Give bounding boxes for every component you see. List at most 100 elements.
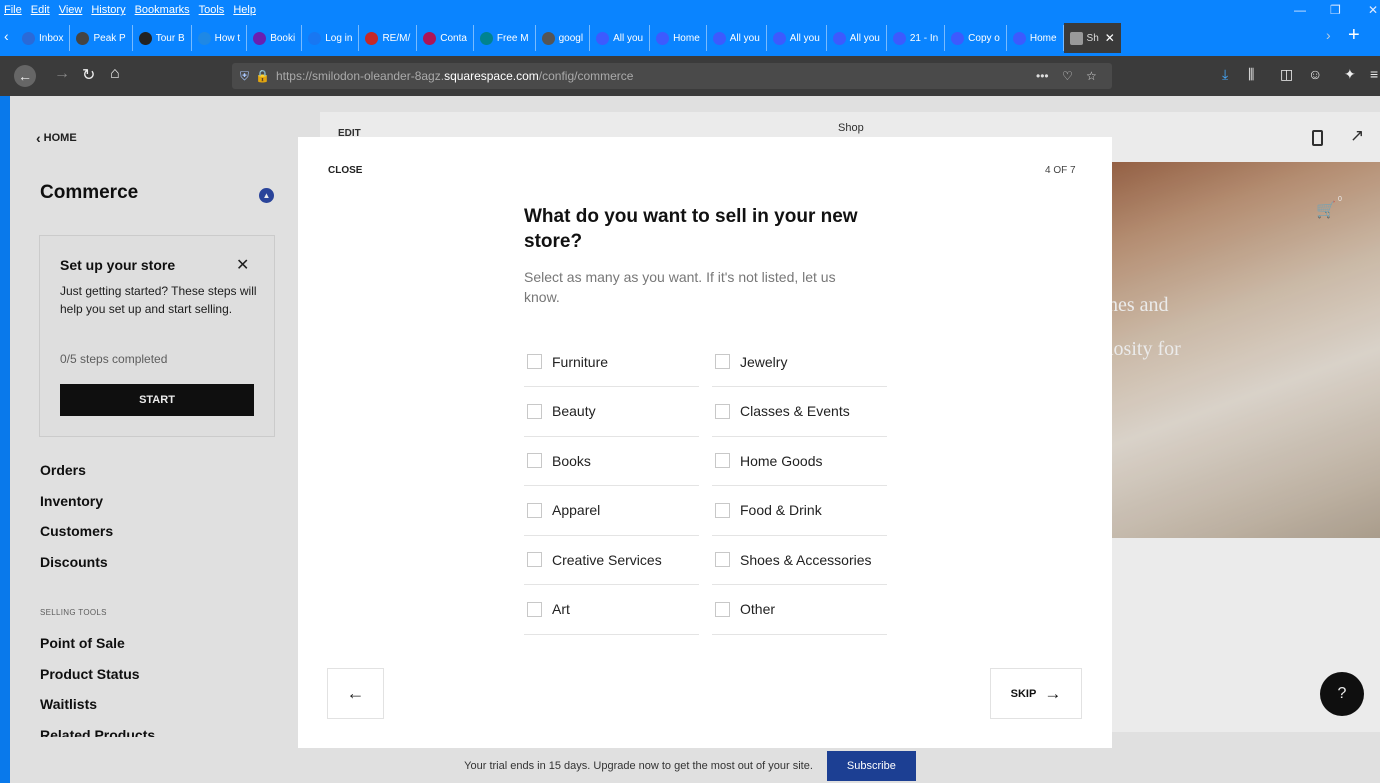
tab[interactable]: Home bbox=[1007, 25, 1064, 51]
tab-label: Peak P bbox=[93, 32, 126, 44]
option-label: Classes & Events bbox=[740, 403, 850, 419]
pocket-icon[interactable]: ♡ bbox=[1062, 69, 1073, 83]
menu-bookmarks[interactable]: Bookmarks bbox=[135, 4, 190, 16]
option-label: Art bbox=[552, 601, 570, 617]
option-label: Apparel bbox=[552, 502, 601, 518]
menu-icon[interactable]: ≡ bbox=[1370, 66, 1378, 82]
option-beauty[interactable]: Beauty bbox=[524, 387, 699, 437]
close-window-icon[interactable]: ✕ bbox=[1368, 3, 1378, 17]
menu-file[interactable]: File bbox=[4, 4, 22, 16]
tab[interactable]: 21 - In bbox=[887, 25, 946, 51]
tab-label: Copy o bbox=[968, 32, 1000, 44]
option-label: Furniture bbox=[552, 353, 609, 370]
new-tab-icon[interactable]: + bbox=[1348, 24, 1360, 47]
page-actions-icon[interactable]: ••• bbox=[1036, 69, 1049, 83]
home-icon[interactable]: ⌂ bbox=[110, 65, 120, 83]
checkbox[interactable] bbox=[715, 601, 730, 617]
option-classes-events[interactable]: Classes & Events bbox=[712, 387, 887, 437]
tab[interactable]: Log in bbox=[302, 25, 360, 51]
menu-edit[interactable]: Edit bbox=[31, 4, 50, 16]
tab-list: Inbox Peak P Tour B How t Booki Log in RE/M/Co… bbox=[16, 25, 1064, 51]
tab[interactable]: All you bbox=[767, 25, 827, 51]
tab-active[interactable]: Sh ✕ bbox=[1063, 23, 1121, 53]
tab[interactable]: Conta bbox=[417, 25, 474, 51]
option-label: Jewelry bbox=[740, 353, 788, 370]
tab-label: All you bbox=[849, 32, 880, 44]
url-bar[interactable]: ⛨ 🔒 https://smilodon-oleander-8agz. squa… bbox=[232, 63, 1112, 89]
tab[interactable]: Copy o bbox=[945, 25, 1007, 51]
option-art[interactable]: Art bbox=[524, 585, 699, 635]
tab-close-icon[interactable]: ✕ bbox=[1105, 31, 1115, 45]
lock-icon[interactable]: 🔒 bbox=[255, 69, 270, 83]
tab-favicon-icon bbox=[892, 31, 906, 45]
arrow-left-icon: ← bbox=[346, 683, 365, 703]
subscribe-button[interactable]: Subscribe bbox=[826, 751, 916, 781]
tab[interactable]: Peak P bbox=[70, 25, 133, 51]
checkbox[interactable] bbox=[715, 552, 730, 567]
restore-icon[interactable]: ❐ bbox=[1330, 3, 1341, 17]
forward-icon[interactable]: → bbox=[54, 65, 70, 83]
tab-scroll-left-icon[interactable]: ‹ bbox=[4, 28, 9, 44]
option-label: Home Goods bbox=[740, 452, 823, 469]
tab[interactable]: Tour B bbox=[133, 25, 192, 51]
tab-label: 21 - In bbox=[909, 32, 939, 44]
menu-bar: File Edit View History Bookmarks Tools Help — … bbox=[0, 0, 1380, 20]
menu-view[interactable]: View bbox=[59, 4, 83, 16]
tab[interactable]: All you bbox=[590, 25, 651, 51]
tab[interactable]: Booki bbox=[247, 25, 303, 51]
shield-icon[interactable]: ⛨ bbox=[240, 69, 249, 84]
tab[interactable]: How t bbox=[192, 25, 248, 51]
option-creative-services[interactable]: Creative Services bbox=[524, 535, 699, 585]
tab[interactable]: Home bbox=[650, 25, 707, 51]
tab-label: Inbox bbox=[39, 32, 64, 44]
option-apparel[interactable]: Apparel bbox=[524, 486, 699, 536]
back-button[interactable]: ← bbox=[327, 668, 384, 719]
skip-button[interactable]: SKIP → bbox=[990, 668, 1082, 719]
option-food-drink[interactable]: Food & Drink bbox=[712, 486, 887, 536]
option-other[interactable]: Other bbox=[712, 585, 887, 635]
account-icon[interactable]: ☺ bbox=[1308, 66, 1322, 82]
tab[interactable]: RE/M/ bbox=[359, 25, 418, 51]
option-home-goods[interactable]: Home Goods bbox=[712, 436, 887, 486]
sidebar-toggle-icon[interactable]: ◫ bbox=[1280, 66, 1293, 83]
tab[interactable]: Free M bbox=[474, 25, 536, 51]
checkbox[interactable] bbox=[527, 502, 542, 518]
tab-label: All you bbox=[613, 32, 644, 44]
tab-scroll-right-icon[interactable]: › bbox=[1326, 27, 1331, 43]
minimize-icon[interactable]: — bbox=[1294, 3, 1306, 17]
arrow-right-icon: → bbox=[1044, 683, 1062, 703]
checkbox[interactable] bbox=[715, 502, 730, 518]
checkbox[interactable] bbox=[527, 552, 542, 567]
bookmark-star-icon[interactable]: ☆ bbox=[1086, 69, 1097, 83]
tab[interactable]: Inbox bbox=[16, 25, 71, 51]
option-jewelry[interactable]: Jewelry bbox=[712, 337, 887, 387]
option-books[interactable]: Books bbox=[524, 436, 699, 486]
tab[interactable]: All you bbox=[707, 25, 767, 51]
tab-favicon-icon bbox=[423, 31, 437, 45]
close-button[interactable]: CLOSE bbox=[328, 165, 362, 176]
checkbox[interactable] bbox=[715, 354, 730, 369]
tab-favicon-icon bbox=[656, 31, 670, 45]
checkbox[interactable] bbox=[527, 403, 542, 419]
download-icon[interactable]: ⤓ bbox=[1222, 66, 1228, 83]
modal-subheading: Select as many as you want. If it's not … bbox=[524, 269, 836, 305]
tab[interactable]: googl bbox=[536, 25, 591, 51]
menu-history[interactable]: History bbox=[91, 4, 125, 16]
option-furniture[interactable]: Furniture bbox=[524, 337, 699, 387]
reload-icon[interactable]: ↻ bbox=[82, 65, 95, 85]
library-icon[interactable]: ⫼ bbox=[1248, 66, 1254, 83]
option-shoes-accessories[interactable]: Shoes & Accessories bbox=[712, 535, 887, 585]
option-label: Other bbox=[740, 601, 776, 617]
back-icon[interactable]: ← bbox=[14, 65, 36, 87]
checkbox[interactable] bbox=[715, 453, 730, 468]
extensions-icon[interactable]: ✦ bbox=[1344, 66, 1356, 83]
checkbox[interactable] bbox=[527, 453, 542, 468]
menu-help[interactable]: Help bbox=[233, 4, 256, 16]
tab-label: Free M bbox=[496, 32, 529, 44]
checkbox[interactable] bbox=[527, 601, 542, 617]
tab-favicon-icon bbox=[22, 31, 35, 45]
checkbox[interactable] bbox=[527, 354, 542, 369]
menu-tools[interactable]: Tools bbox=[199, 4, 225, 16]
tab[interactable]: All you bbox=[827, 25, 887, 51]
checkbox[interactable] bbox=[715, 403, 730, 419]
